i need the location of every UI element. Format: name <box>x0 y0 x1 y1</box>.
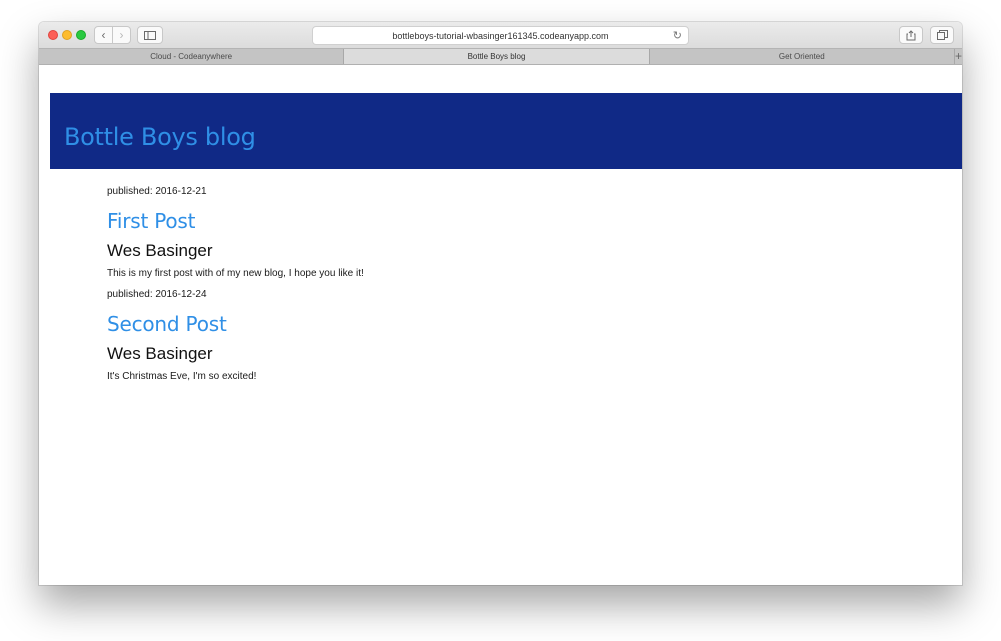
chevron-right-icon: › <box>119 28 124 42</box>
show-tabs-button[interactable] <box>930 26 954 44</box>
new-tab-button[interactable]: + <box>955 49 962 64</box>
post-author: Wes Basinger <box>107 344 213 363</box>
url-text: bottleboys-tutorial-wbasinger161345.code… <box>392 31 609 41</box>
share-button[interactable] <box>899 26 923 44</box>
reload-icon[interactable]: ↻ <box>673 27 682 45</box>
site-title: Bottle Boys blog <box>64 123 256 151</box>
post-list: published: 2016-12-21 First Post Wes Bas… <box>107 185 707 384</box>
site-header: Bottle Boys blog <box>50 93 962 169</box>
chevron-left-icon: ‹ <box>101 28 106 42</box>
post-item: published: 2016-12-24 Second Post Wes Ba… <box>107 288 707 384</box>
navigation-buttons: ‹ › <box>94 26 131 44</box>
sidebar-toggle-button[interactable] <box>137 26 163 44</box>
tab-bottle-boys-blog[interactable]: Bottle Boys blog <box>344 49 650 64</box>
post-published-date: published: 2016-12-21 <box>107 186 207 197</box>
post-body: This is my first post with of my new blo… <box>107 268 364 279</box>
browser-window: ‹ › bottleboys-tutorial-wbasinger161345.… <box>39 22 962 585</box>
maximize-window-button[interactable] <box>76 30 86 40</box>
tabs-overview-icon <box>936 30 948 40</box>
tab-cloud-codeanywhere[interactable]: Cloud - Codeanywhere <box>39 49 345 64</box>
tab-get-oriented[interactable]: Get Oriented <box>650 49 955 64</box>
post-body: It's Christmas Eve, I'm so excited! <box>107 371 257 382</box>
share-icon <box>906 29 916 40</box>
post-published-date: published: 2016-12-24 <box>107 289 207 300</box>
post-author: Wes Basinger <box>107 241 213 260</box>
close-window-button[interactable] <box>48 30 58 40</box>
forward-button[interactable]: › <box>112 27 130 43</box>
minimize-window-button[interactable] <box>62 30 72 40</box>
tab-bar: Cloud - Codeanywhere Bottle Boys blog Ge… <box>39 48 962 65</box>
post-title: First Post <box>107 209 196 233</box>
browser-toolbar: ‹ › bottleboys-tutorial-wbasinger161345.… <box>39 22 962 48</box>
sidebar-icon <box>144 30 156 40</box>
address-bar[interactable]: bottleboys-tutorial-wbasinger161345.code… <box>312 26 689 45</box>
post-title: Second Post <box>107 312 227 336</box>
page-content: Bottle Boys blog published: 2016-12-21 F… <box>39 65 962 585</box>
post-item: published: 2016-12-21 First Post Wes Bas… <box>107 185 707 281</box>
back-button[interactable]: ‹ <box>95 27 112 43</box>
